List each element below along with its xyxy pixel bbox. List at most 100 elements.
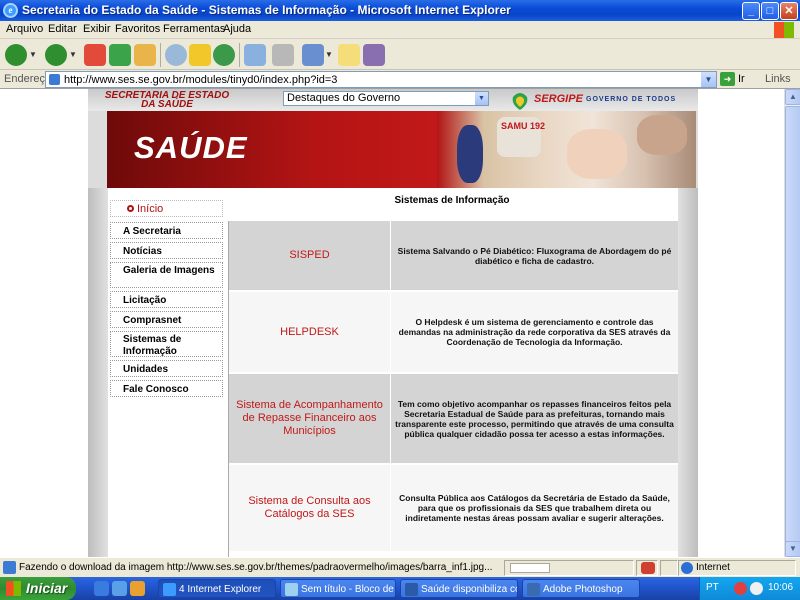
toolbar-separator <box>239 43 240 67</box>
sidebar-item-unidades[interactable]: Unidades <box>110 360 223 377</box>
task-notepad[interactable]: Sem título - Bloco de ... <box>280 579 396 598</box>
sidebar-item-noticias[interactable]: Notícias <box>110 242 223 259</box>
right-gutter <box>678 188 698 557</box>
systems-table: SISPED Sistema Salvando o Pé Diabético: … <box>228 221 678 557</box>
task-photoshop[interactable]: Adobe Photoshop <box>522 579 640 598</box>
links-button[interactable]: Links <box>765 73 791 85</box>
notepad-icon <box>285 583 298 596</box>
paramedic-figure <box>457 125 483 183</box>
internet-zone-icon <box>681 562 693 574</box>
discuss-icon[interactable] <box>338 44 360 66</box>
task-internet-explorer[interactable]: 4 Internet Explorer <box>158 579 276 598</box>
task-word[interactable]: Saúde disponibiliza co... <box>400 579 518 598</box>
back-dropdown-icon[interactable]: ▼ <box>29 44 39 66</box>
close-button[interactable]: ✕ <box>780 2 798 20</box>
main-content: Sistemas de Informação SISPED Sistema Sa… <box>226 188 678 557</box>
menu-editar[interactable]: Editar <box>48 23 77 35</box>
sidebar-item-sistemas[interactable]: Sistemas de Informação <box>110 331 223 357</box>
system-description: Sistema Salvando o Pé Diabético: Fluxogr… <box>391 221 678 290</box>
menu-bar: Arquivo Editar Exibir Favoritos Ferramen… <box>0 21 800 39</box>
ambulance-label: SAMU 192 <box>501 121 546 131</box>
quicklaunch-desktop-icon[interactable] <box>112 581 127 596</box>
scrollbar-thumb[interactable] <box>785 106 800 546</box>
start-button[interactable]: Iniciar <box>0 577 76 600</box>
vertical-scrollbar[interactable]: ▲ ▼ <box>784 89 800 557</box>
taskbar: Iniciar 4 Internet Explorer Sem título -… <box>0 577 800 600</box>
forward-icon[interactable] <box>45 44 67 66</box>
system-description: O Helpdesk é um sistema de gerenciamento… <box>391 292 678 372</box>
scroll-down-icon[interactable]: ▼ <box>785 541 800 557</box>
system-name-link[interactable]: HELPDESK <box>229 292 390 372</box>
history-icon[interactable] <box>213 44 235 66</box>
ie-icon: e <box>3 3 18 18</box>
system-description: Tem como objetivo acompanhar os repasses… <box>391 374 678 463</box>
system-description: Consulta Pública aos Catálogos da Secret… <box>391 465 678 551</box>
system-name-link[interactable]: Sistema de Acompanhamento de Repasse Fin… <box>229 374 390 463</box>
menu-ferramentas[interactable]: Ferramentas <box>163 23 225 35</box>
gov-highlights-select[interactable]: Destaques do Governo ▼ <box>283 91 489 106</box>
tray-app-icon[interactable] <box>734 582 747 595</box>
sidebar-item-secretaria[interactable]: A Secretaria <box>110 222 223 239</box>
home-icon[interactable] <box>134 44 156 66</box>
banner-photo: SAMU 192 <box>437 111 696 188</box>
progress-bar <box>510 563 550 573</box>
forward-dropdown-icon[interactable]: ▼ <box>69 44 79 66</box>
system-name-link[interactable]: SISPED <box>229 221 390 290</box>
bullet-icon <box>127 205 134 212</box>
menu-favoritos[interactable]: Favoritos <box>115 23 160 35</box>
menu-exibir[interactable]: Exibir <box>83 23 111 35</box>
edit-dropdown-icon[interactable]: ▼ <box>325 44 335 66</box>
quicklaunch-media-icon[interactable] <box>130 581 145 596</box>
system-name-link[interactable]: Sistema de Consulta aos Catálogos da SES <box>229 465 390 551</box>
browser-viewport: SECRETARIA DE ESTADO DA SAÚDE Destaques … <box>0 89 784 557</box>
maximize-button[interactable]: □ <box>761 2 779 20</box>
scroll-up-icon[interactable]: ▲ <box>785 89 800 105</box>
status-text: Fazendo o download da imagem http://www.… <box>19 562 493 573</box>
ie-icon <box>163 583 176 596</box>
go-arrow-icon[interactable]: ➜ <box>720 72 735 86</box>
chevron-down-icon[interactable]: ▼ <box>701 72 716 87</box>
start-label: Iniciar <box>26 580 68 596</box>
sidebar-item-comprasnet[interactable]: Comprasnet <box>110 311 223 328</box>
sidebar-item-inicio[interactable]: Início <box>110 200 223 217</box>
photoshop-icon <box>527 583 540 596</box>
address-input[interactable]: http://www.ses.se.gov.br/modules/tinyd0/… <box>45 71 717 88</box>
stop-icon[interactable] <box>84 44 106 66</box>
windows-logo-icon <box>774 22 794 38</box>
chevron-down-icon[interactable]: ▼ <box>475 92 488 105</box>
refresh-icon[interactable] <box>109 44 131 66</box>
edit-word-icon[interactable] <box>302 44 324 66</box>
go-button[interactable]: Ir <box>738 73 745 85</box>
clock: 10:06 <box>768 582 794 593</box>
address-bar: Endereço http://www.ses.se.gov.br/module… <box>0 70 800 89</box>
sidebar-item-fale-conosco[interactable]: Fale Conosco <box>110 380 223 397</box>
sidebar-item-galeria[interactable]: Galeria de Imagens <box>110 262 223 288</box>
doctor-hand-figure <box>637 115 687 155</box>
language-indicator[interactable]: PT <box>706 582 719 593</box>
minimize-button[interactable]: _ <box>742 2 760 20</box>
left-gutter <box>88 188 108 557</box>
volume-icon[interactable] <box>750 582 763 595</box>
zone-label: Internet <box>696 562 730 573</box>
status-pane <box>660 560 678 576</box>
address-url[interactable]: http://www.ses.se.gov.br/modules/tinyd0/… <box>64 74 337 86</box>
system-tray: PT 10:06 <box>699 577 800 600</box>
toolbar: ▼ ▼ ▼ <box>0 39 800 70</box>
menu-ajuda[interactable]: Ajuda <box>223 23 251 35</box>
favorites-star-icon[interactable] <box>189 44 211 66</box>
site-container: SECRETARIA DE ESTADO DA SAÚDE Destaques … <box>88 89 698 557</box>
print-icon[interactable] <box>272 44 294 66</box>
mail-icon[interactable] <box>244 44 266 66</box>
menu-arquivo[interactable]: Arquivo <box>6 23 43 35</box>
site-banner: SAÚDE SAMU 192 <box>107 111 696 188</box>
status-bar: Fazendo o download da imagem http://www.… <box>0 557 800 577</box>
sidebar-item-licitacao[interactable]: Licitação <box>110 291 223 308</box>
org-logo-text[interactable]: SECRETARIA DE ESTADO DA SAÚDE <box>102 91 232 110</box>
back-icon[interactable] <box>5 44 27 66</box>
search-icon[interactable] <box>165 44 187 66</box>
quicklaunch-ie-icon[interactable] <box>94 581 109 596</box>
banner-title: SAÚDE <box>134 130 248 165</box>
title-bar: e Secretaria do Estado da Saúde - Sistem… <box>0 0 800 21</box>
research-icon[interactable] <box>363 44 385 66</box>
security-icon <box>641 562 655 574</box>
